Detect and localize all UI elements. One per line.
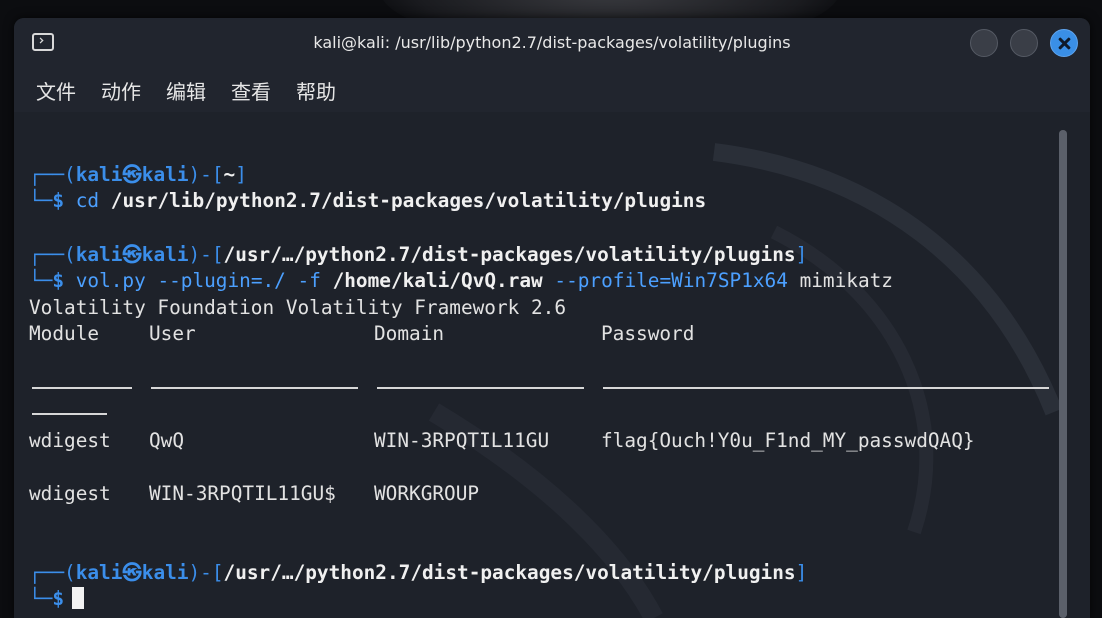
row1-password: flag{Ouch!Y0u_F1nd_MY_passwdQAQ} xyxy=(601,429,975,452)
row1-module: wdigest xyxy=(29,429,111,452)
header-user: User xyxy=(149,322,196,345)
header-domain: Domain xyxy=(374,322,445,345)
menu-bar: 文件 动作 编辑 查看 帮助 xyxy=(14,68,1090,112)
volatility-banner: Volatility Foundation Volatility Framewo… xyxy=(29,296,567,319)
menu-file[interactable]: 文件 xyxy=(36,76,76,105)
title-bar[interactable]: kali@kali: /usr/lib/python2.7/dist-packa… xyxy=(14,18,1090,68)
command-line-1: └─$ cd /usr/lib/python2.7/dist-packages/… xyxy=(29,189,707,212)
maximize-button[interactable] xyxy=(1010,29,1038,57)
prompt-line-3: ┌──(kali㉿kali)-[/usr/…/python2.7/dist-pa… xyxy=(29,561,808,584)
terminal-window: kali@kali: /usr/lib/python2.7/dist-packa… xyxy=(14,18,1090,618)
row2-module: wdigest xyxy=(29,482,111,505)
window-title: kali@kali: /usr/lib/python2.7/dist-packa… xyxy=(313,33,791,52)
separator-rule xyxy=(377,387,584,389)
scrollbar-thumb[interactable] xyxy=(1059,130,1067,618)
menu-help[interactable]: 帮助 xyxy=(296,76,336,105)
scrollbar[interactable] xyxy=(1059,130,1067,618)
terminal-output[interactable]: ┌──(kali㉿kali)-[~] └─$ cd /usr/lib/pytho… xyxy=(14,112,1090,618)
minimize-button[interactable] xyxy=(970,29,998,57)
close-button[interactable] xyxy=(1050,29,1078,57)
header-password: Password xyxy=(601,322,695,345)
menu-edit[interactable]: 编辑 xyxy=(166,76,206,105)
separator-rule xyxy=(603,387,1049,389)
row1-user: QwQ xyxy=(149,429,185,452)
text-cursor xyxy=(72,587,85,609)
separator-rule xyxy=(151,387,358,389)
menu-view[interactable]: 查看 xyxy=(231,76,271,105)
command-line-2: └─$ vol.py --plugin=./ -f /home/kali/QvQ… xyxy=(29,269,893,292)
row2-domain: WORKGROUP xyxy=(374,482,480,505)
row1-domain: WIN-3RPQTIL11GU xyxy=(374,429,550,452)
row2-user: WIN-3RPQTIL11GU$ xyxy=(149,482,336,505)
command-line-3[interactable]: └─$ xyxy=(29,586,85,612)
menu-actions[interactable]: 动作 xyxy=(101,76,141,105)
prompt-line-2: ┌──(kali㉿kali)-[/usr/…/python2.7/dist-pa… xyxy=(29,243,808,266)
